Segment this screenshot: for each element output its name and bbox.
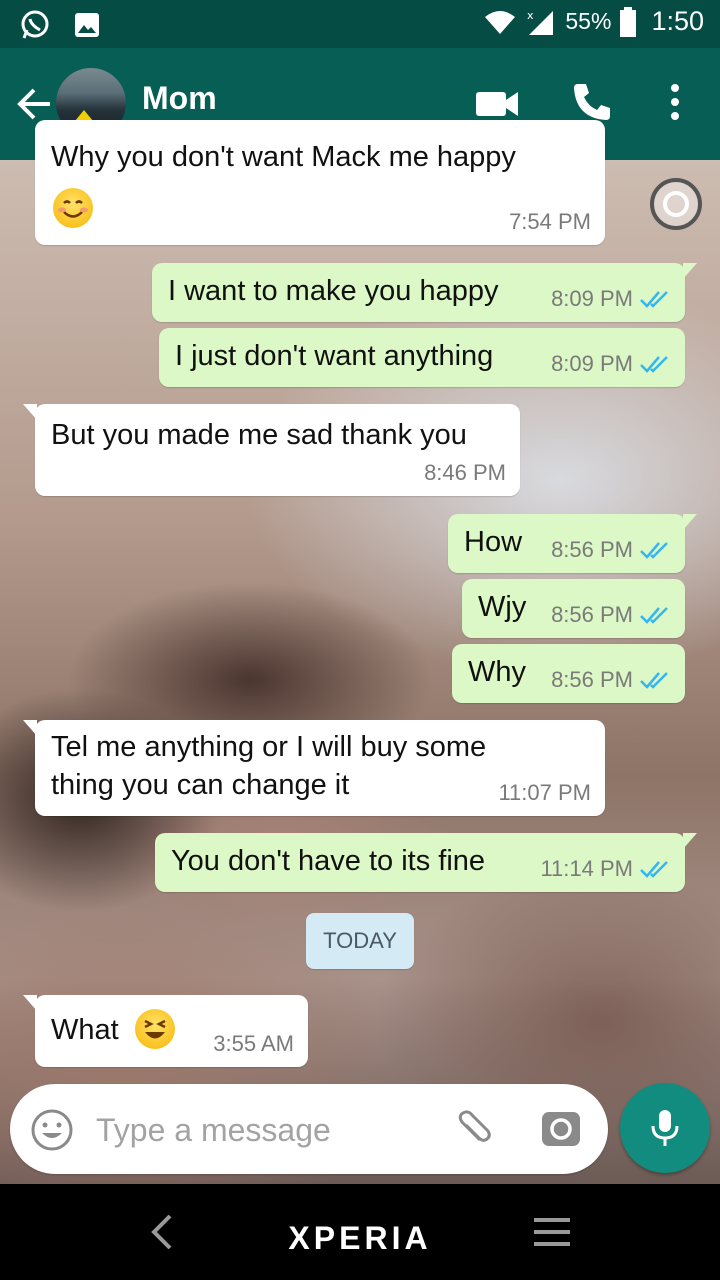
nav-menu-icon[interactable] xyxy=(532,1214,572,1250)
microphone-icon xyxy=(651,1110,679,1146)
signal-icon: x xyxy=(527,9,554,35)
message-time: 3:55 AM xyxy=(213,1031,294,1056)
contact-name[interactable]: Mom xyxy=(142,80,217,117)
double-check-read-icon xyxy=(640,291,668,308)
message-time: 8:56 PM xyxy=(551,602,633,627)
message-bubble-outgoing[interactable]: You don't have to its fine 11:14 PM xyxy=(155,833,697,892)
voice-call-icon[interactable] xyxy=(570,80,614,124)
message-time: 8:09 PM xyxy=(551,286,633,311)
battery-percent: 55% xyxy=(565,8,612,34)
message-bubble-outgoing[interactable]: Why 8:56 PM xyxy=(452,644,685,703)
message-composer xyxy=(10,1084,608,1174)
floating-capture-button[interactable] xyxy=(650,178,702,230)
message-time: 8:09 PM xyxy=(551,351,633,376)
message-time: 11:07 PM xyxy=(498,780,591,805)
message-time: 7:54 PM xyxy=(509,209,591,234)
message-text: But you made me sad thank you xyxy=(51,419,467,451)
message-text: You don't have to its fine xyxy=(171,845,486,877)
status-bar: x 55% 1:50 xyxy=(0,0,720,48)
message-time: 8:56 PM xyxy=(551,667,633,692)
message-bubble-outgoing[interactable]: I just don't want anything 8:09 PM xyxy=(159,328,685,387)
message-bubble-incoming[interactable]: What 3:55 AM xyxy=(23,995,308,1067)
video-call-icon[interactable] xyxy=(474,84,520,124)
message-text: I just don't want anything xyxy=(175,340,494,372)
double-check-read-icon xyxy=(640,356,668,373)
message-input[interactable] xyxy=(94,1104,428,1156)
message-bubble-outgoing[interactable]: I want to make you happy 8:09 PM xyxy=(152,263,697,322)
svg-text:x: x xyxy=(527,9,534,22)
message-meta: 8:09 PM xyxy=(551,286,671,312)
message-text: I want to make you happy xyxy=(168,275,499,307)
message-bubble-outgoing[interactable]: Wjy 8:56 PM xyxy=(462,579,685,638)
double-check-read-icon xyxy=(640,607,668,624)
attachment-paperclip-icon[interactable] xyxy=(450,1106,496,1152)
message-text: Wjy xyxy=(478,591,527,623)
message-text: How xyxy=(464,526,523,558)
message-bubble-incoming[interactable]: Tel me anything or I will buy some thing… xyxy=(23,720,605,816)
message-meta: 11:07 PM xyxy=(498,780,591,806)
gallery-notification-icon xyxy=(70,8,104,42)
message-bubble-incoming[interactable]: But you made me sad thank you 8:46 PM xyxy=(23,404,520,496)
date-divider: TODAY xyxy=(306,913,414,969)
message-text-line-1: Tel me anything or I will buy some xyxy=(51,731,487,763)
message-text-line-2: thing you can change it xyxy=(51,769,350,801)
message-meta: 8:56 PM xyxy=(551,537,671,563)
wifi-icon xyxy=(485,10,516,34)
message-meta: 8:56 PM xyxy=(551,667,671,693)
message-time: 8:56 PM xyxy=(551,537,633,562)
message-bubble-outgoing[interactable]: How 8:56 PM xyxy=(448,514,697,573)
more-options-icon[interactable] xyxy=(658,82,692,122)
system-navigation-bar: XPERIA xyxy=(0,1184,720,1280)
grinning-squinting-face-emoji-icon xyxy=(135,1009,175,1049)
message-text: What xyxy=(51,1014,119,1046)
message-meta: 8:09 PM xyxy=(551,351,671,377)
message-bubble-incoming[interactable]: Why you don't want Mack me happy 7:54 PM xyxy=(35,120,605,245)
message-text: Why you don't want Mack me happy xyxy=(51,141,516,173)
clock: 1:50 xyxy=(651,6,704,36)
battery-icon xyxy=(620,6,637,37)
double-check-read-icon xyxy=(640,861,668,878)
message-time: 11:14 PM xyxy=(540,856,633,881)
microphone-button[interactable] xyxy=(620,1083,710,1173)
message-meta: 8:56 PM xyxy=(551,602,671,628)
emoji-picker-icon[interactable] xyxy=(30,1108,74,1152)
double-check-read-icon xyxy=(640,672,668,689)
message-meta: 8:46 PM xyxy=(424,460,506,486)
whatsapp-notification-icon xyxy=(18,8,52,42)
device-brand-label: XPERIA xyxy=(288,1220,432,1256)
camera-icon[interactable] xyxy=(538,1106,584,1152)
message-meta: 3:55 AM xyxy=(213,1031,294,1057)
double-check-read-icon xyxy=(640,542,668,559)
smiling-face-emoji-icon xyxy=(53,188,93,228)
message-text: Why xyxy=(468,656,526,688)
message-time: 8:46 PM xyxy=(424,460,506,485)
message-meta: 7:54 PM xyxy=(509,209,591,235)
message-meta: 11:14 PM xyxy=(540,856,671,882)
